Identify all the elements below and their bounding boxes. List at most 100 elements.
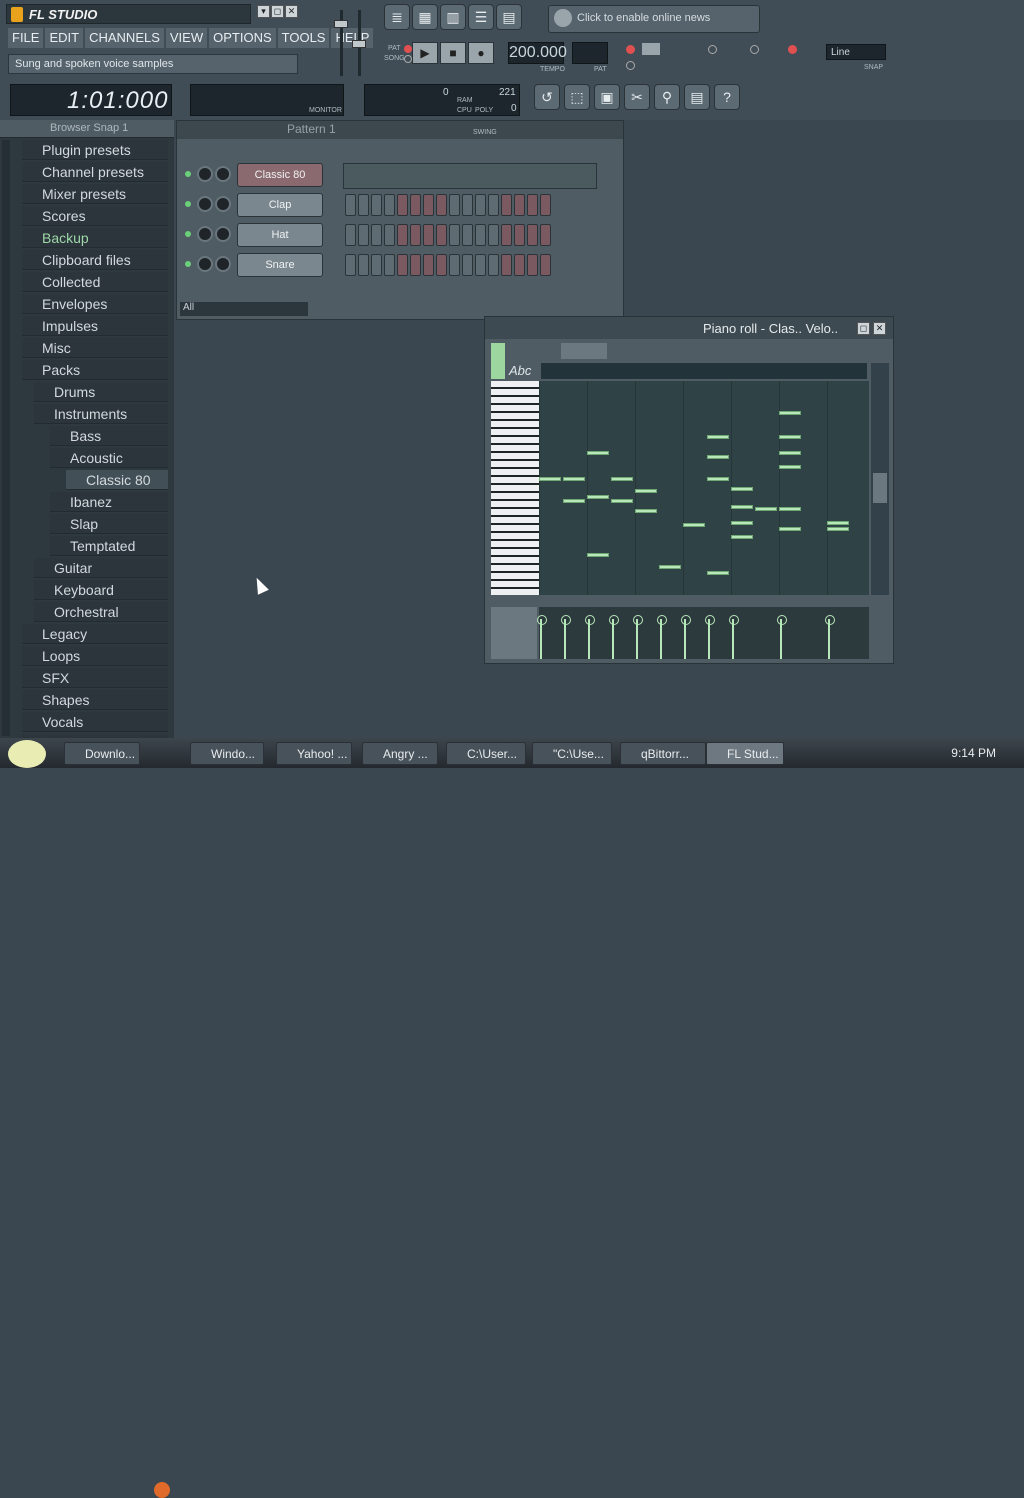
piano-roll-maximize-button[interactable]: ◻ (857, 322, 870, 335)
note[interactable] (707, 477, 729, 481)
browser-item[interactable]: Guitar (34, 558, 168, 578)
tempo-display[interactable]: 200.000 (508, 42, 567, 64)
browser-item[interactable]: Drums (34, 382, 168, 402)
step-button[interactable] (540, 254, 551, 276)
step-button[interactable] (397, 194, 408, 216)
menu-tools[interactable]: TOOLS (277, 28, 330, 48)
save-icon[interactable]: ⬚ (564, 84, 590, 110)
browser-item[interactable]: Channel presets (22, 162, 168, 182)
step-button[interactable] (449, 194, 460, 216)
step-button[interactable] (410, 224, 421, 246)
browser-scrollbar[interactable] (2, 140, 10, 736)
note[interactable] (587, 553, 609, 557)
browser-item[interactable]: Loops (22, 646, 168, 666)
browser-item[interactable]: Backup (22, 228, 168, 248)
pattern-title[interactable]: Pattern 1 (287, 122, 336, 136)
playlist-icon[interactable]: ≣ (384, 4, 410, 30)
step-button[interactable] (410, 254, 421, 276)
task-flstudio[interactable]: FL Stud... (706, 742, 784, 765)
step-button[interactable] (345, 254, 356, 276)
channel-button[interactable]: Clap (237, 193, 323, 217)
note[interactable] (587, 495, 609, 499)
browser-item[interactable]: Bass (50, 426, 168, 446)
menu-file[interactable]: FILE (8, 28, 44, 48)
song-mode-led[interactable] (404, 55, 412, 63)
browser-item[interactable]: Misc (22, 338, 168, 358)
browser-item[interactable]: Keyboard (34, 580, 168, 600)
step-button[interactable] (514, 224, 525, 246)
step-button[interactable] (501, 224, 512, 246)
note[interactable] (707, 455, 729, 459)
step-button[interactable] (358, 194, 369, 216)
note[interactable] (659, 565, 681, 569)
browser-item[interactable]: Acoustic (50, 448, 168, 468)
step-button[interactable] (397, 254, 408, 276)
browser-item[interactable]: Plugin presets (22, 140, 168, 160)
note[interactable] (731, 535, 753, 539)
vertical-scroll-thumb[interactable] (873, 473, 887, 503)
browser-item[interactable]: Legacy (22, 624, 168, 644)
step-button[interactable] (423, 194, 434, 216)
task-yahoo[interactable]: Yahoo! ... (276, 742, 352, 765)
menu-view[interactable]: VIEW (165, 28, 208, 48)
mixer-icon[interactable]: ▤ (496, 4, 522, 30)
metronome-led[interactable] (626, 45, 635, 54)
step-button[interactable] (540, 194, 551, 216)
restore-button[interactable]: ◻ (271, 5, 284, 18)
channel-filter-select[interactable]: All (180, 302, 308, 316)
step-button[interactable] (488, 254, 499, 276)
undo-icon[interactable]: ↺ (534, 84, 560, 110)
velocity-bar[interactable] (825, 615, 835, 659)
menu-channels[interactable]: CHANNELS (85, 28, 164, 48)
note[interactable] (587, 451, 609, 455)
piano-keyboard[interactable] (491, 381, 539, 595)
minimize-button[interactable]: ▾ (257, 5, 270, 18)
note[interactable] (563, 499, 585, 503)
note[interactable] (683, 523, 705, 527)
record-button[interactable]: ● (468, 42, 494, 64)
note[interactable] (731, 505, 753, 509)
step-button[interactable] (475, 224, 486, 246)
note[interactable] (779, 527, 801, 531)
step-button[interactable] (527, 254, 538, 276)
step-button[interactable] (384, 194, 395, 216)
task-qbittorrent[interactable]: qBittorr... (620, 742, 706, 765)
step-button[interactable] (436, 224, 447, 246)
tools-icon[interactable]: ✂ (624, 84, 650, 110)
piano-roll-icon[interactable]: ▥ (440, 4, 466, 30)
step-button[interactable] (345, 194, 356, 216)
note[interactable] (707, 435, 729, 439)
event-ruler[interactable] (541, 363, 867, 379)
step-button[interactable] (423, 224, 434, 246)
step-button[interactable] (501, 254, 512, 276)
channel-button[interactable]: Classic 80 (237, 163, 323, 187)
browser-item[interactable]: Slap (50, 514, 168, 534)
pattern-selector[interactable] (572, 42, 608, 64)
browser-item[interactable]: Clipboard files (22, 250, 168, 270)
note[interactable] (635, 509, 657, 513)
start-button[interactable] (8, 740, 46, 768)
pan-knob[interactable] (197, 196, 213, 212)
pat-mode-led[interactable] (404, 45, 412, 53)
velocity-bar[interactable] (681, 615, 691, 659)
step-button[interactable] (514, 194, 525, 216)
step-button[interactable] (501, 194, 512, 216)
step-button[interactable] (436, 254, 447, 276)
browser-item[interactable]: Temptated (50, 536, 168, 556)
velocity-lane[interactable] (537, 607, 869, 659)
velocity-bar[interactable] (609, 615, 619, 659)
step-button[interactable] (514, 254, 525, 276)
velocity-bar[interactable] (561, 615, 571, 659)
volume-knob[interactable] (215, 166, 231, 182)
browser-item[interactable]: Collected (22, 272, 168, 292)
volume-knob[interactable] (215, 196, 231, 212)
browser-item[interactable]: Vocals (22, 712, 168, 732)
menu-options[interactable]: OPTIONS (209, 28, 276, 48)
note[interactable] (731, 521, 753, 525)
note[interactable] (563, 477, 585, 481)
note[interactable] (731, 487, 753, 491)
step-button[interactable] (436, 194, 447, 216)
browser-item[interactable]: SFX (22, 668, 168, 688)
browser-item[interactable]: Scores (22, 206, 168, 226)
browser-item[interactable]: Classic 80 (66, 470, 168, 490)
